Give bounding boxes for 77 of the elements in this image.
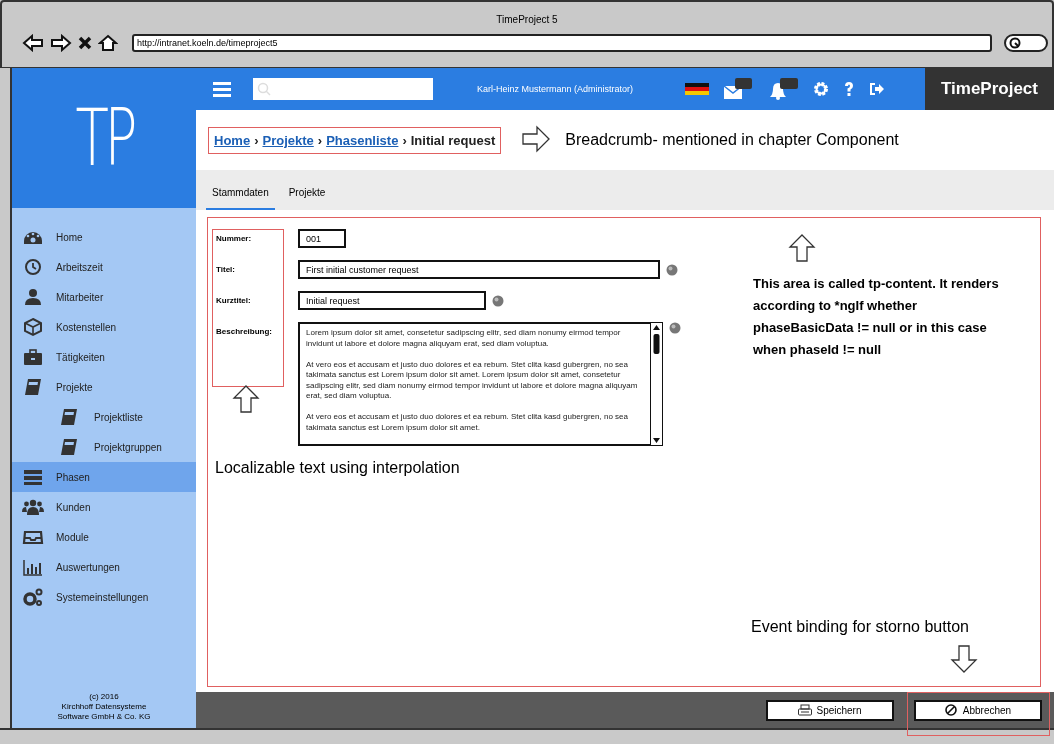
search-field[interactable]	[253, 78, 433, 100]
book-icon	[22, 377, 44, 397]
gears-icon	[22, 587, 44, 607]
field-label: Beschreibung:	[216, 326, 273, 338]
breadcrumb-current: Initial request	[410, 132, 496, 148]
logo: TP	[75, 93, 133, 183]
field-label: Nummer:	[216, 233, 253, 245]
bar-chart-icon	[22, 557, 44, 577]
sidebar-item[interactable]: Kunden	[12, 492, 196, 522]
tab[interactable]: Stammdaten	[206, 187, 275, 210]
book-icon	[58, 407, 80, 427]
arrow-icon	[950, 644, 980, 674]
text-field[interactable]: 001	[298, 229, 346, 248]
breadcrumb-link[interactable]: Phasenliste	[326, 132, 399, 148]
breadcrumb-separator: ›	[254, 132, 259, 148]
mail-icon[interactable]	[723, 78, 753, 100]
sidebar-item[interactable]: Module	[12, 522, 196, 552]
copyright-text: (c) 2016 Kirchhoff Datensysteme Software GmbH & Co. KG	[56, 692, 152, 723]
annotation-text: Event binding for storno button	[751, 618, 969, 636]
briefcase-icon	[22, 347, 44, 367]
window-title: TimeProject 5	[495, 13, 559, 27]
arrow-icon	[232, 384, 262, 414]
text-field[interactable]: Initial request	[298, 291, 486, 310]
sidebar-item[interactable]: Home	[12, 222, 196, 252]
sidebar-item[interactable]: Systemeinstellungen	[12, 582, 196, 612]
sidebar-item[interactable]: Mitarbeiter	[12, 282, 196, 312]
search-icon	[257, 82, 271, 96]
tab[interactable]: Projekte	[282, 187, 332, 210]
globe-icon[interactable]	[669, 322, 681, 334]
cancel-icon	[944, 704, 959, 716]
globe-icon[interactable]	[492, 294, 504, 307]
flag-icon[interactable]	[685, 82, 709, 96]
logout-icon[interactable]	[869, 82, 885, 96]
arrow-icon	[788, 233, 818, 263]
sidebar-item[interactable]: Projektliste	[12, 402, 196, 432]
help-icon[interactable]	[843, 81, 855, 97]
address-bar[interactable]: http://intranet.koeln.de/timeproject5	[132, 34, 992, 52]
settings-icon[interactable]	[813, 81, 829, 97]
sidebar-item[interactable]: Projektgruppen	[12, 432, 196, 462]
breadcrumb-separator: ›	[402, 132, 407, 148]
search-icon	[1009, 37, 1021, 49]
sidebar-item[interactable]: Tätigkeiten	[12, 342, 196, 372]
annotation-text: Breadcrumb- mentioned in chapter Component	[565, 131, 899, 149]
menu-icon[interactable]	[213, 81, 231, 97]
footer-button[interactable]: Abbrechen	[914, 699, 1042, 721]
footer-button[interactable]: Speichern	[766, 699, 894, 721]
cube-icon	[22, 317, 44, 337]
sidebar-item[interactable]: Projekte	[12, 372, 196, 402]
sidebar-item[interactable]: Arbeitszeit	[12, 252, 196, 282]
arrow-icon	[521, 125, 552, 155]
book-icon	[58, 437, 80, 457]
annotation-text: Localizable text using interpolation	[215, 459, 460, 477]
field-label: Kurztitel:	[216, 295, 252, 307]
breadcrumb-separator: ›	[317, 132, 323, 148]
server-icon	[22, 467, 44, 487]
globe-icon[interactable]	[666, 263, 678, 276]
printer-icon	[798, 704, 813, 716]
home-icon[interactable]	[98, 34, 118, 52]
forward-icon[interactable]	[50, 34, 72, 52]
annotation-text: This area is called tp-content. It renders according to *ngIf whether phaseBasicData != null or in this case when phaseId != null	[753, 275, 1000, 359]
bell-icon[interactable]	[767, 78, 799, 100]
sidebar-item[interactable]: Phasen	[12, 462, 196, 492]
sidebar-item[interactable]: Auswertungen	[12, 552, 196, 582]
user-name: Karl-Heinz Mustermann (Administrator)	[475, 84, 634, 94]
text-field[interactable]: First initial customer request	[298, 260, 660, 279]
sidebar-item[interactable]: Kostenstellen	[12, 312, 196, 342]
breadcrumb-link[interactable]: Projekte	[262, 132, 314, 148]
scrollbar[interactable]	[650, 322, 663, 446]
breadcrumb-link[interactable]: Home	[214, 132, 251, 148]
field-label: Titel:	[216, 264, 236, 276]
close-icon[interactable]	[78, 35, 92, 51]
brand-name: TimeProject	[925, 68, 1054, 110]
clock-icon	[22, 257, 44, 277]
person-icon	[22, 287, 44, 307]
back-icon[interactable]	[22, 34, 44, 52]
people-icon	[22, 497, 44, 517]
search-field[interactable]	[1004, 34, 1048, 52]
